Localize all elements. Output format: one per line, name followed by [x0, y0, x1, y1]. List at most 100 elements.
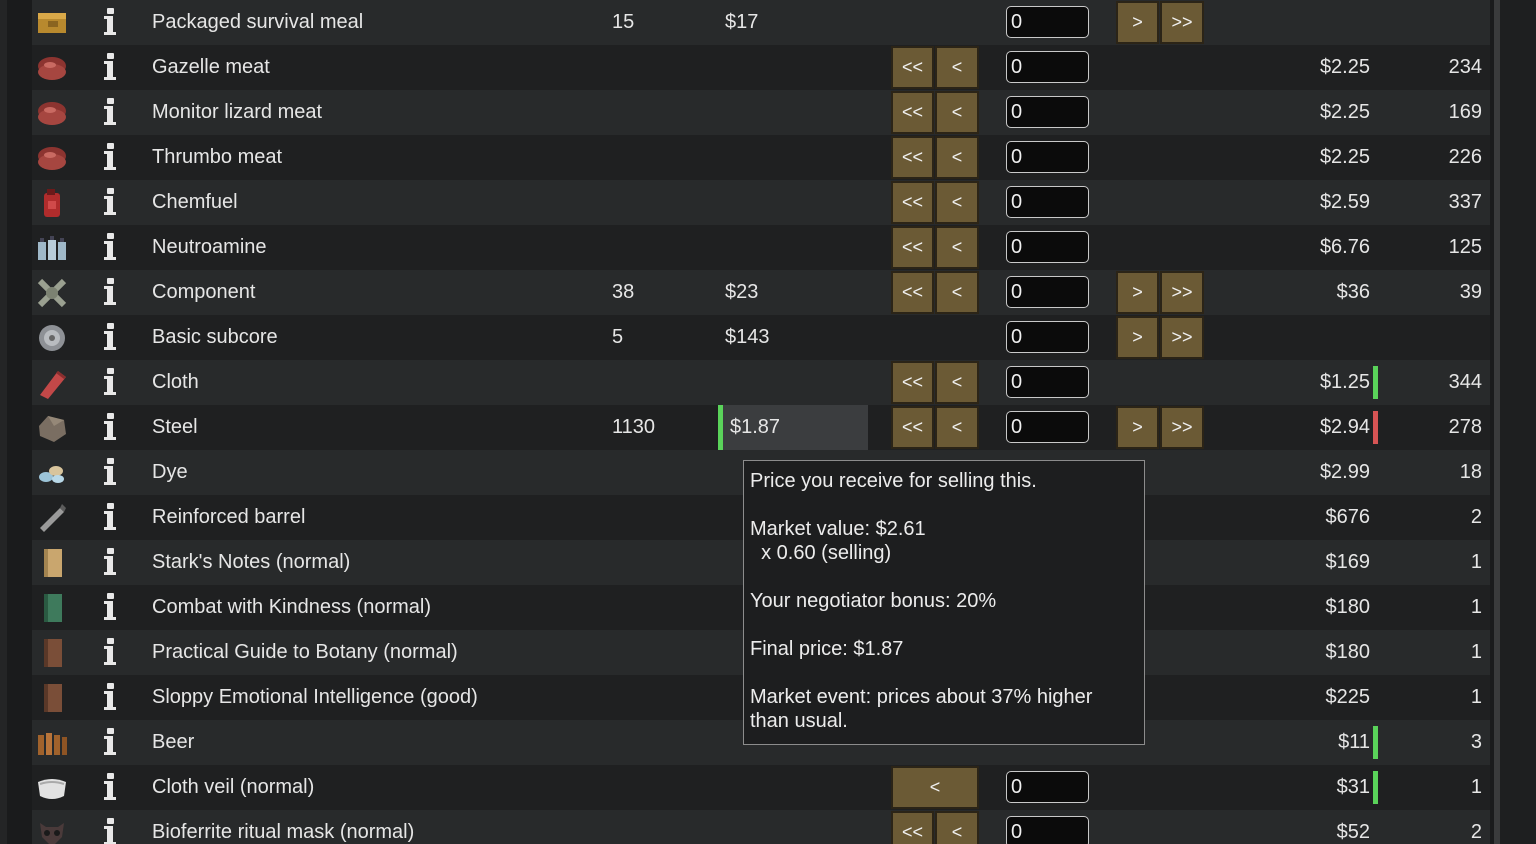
- trader-price[interactable]: $2.25: [1320, 45, 1370, 90]
- info-icon[interactable]: [100, 771, 120, 803]
- trader-count: 169: [1448, 101, 1482, 123]
- quantity-input[interactable]: 0: [1006, 96, 1089, 128]
- item-name: Basic subcore: [152, 326, 278, 348]
- buy-one-button[interactable]: <: [891, 766, 979, 809]
- info-icon[interactable]: [100, 681, 120, 713]
- quantity-input[interactable]: 0: [1006, 186, 1089, 218]
- buy-one-button[interactable]: <: [935, 181, 979, 224]
- buy-one-button[interactable]: <: [935, 406, 979, 449]
- info-icon[interactable]: [100, 96, 120, 128]
- trader-count: 344: [1448, 371, 1482, 393]
- trader-price[interactable]: $1.25: [1320, 360, 1370, 405]
- info-icon[interactable]: [100, 591, 120, 623]
- quantity-input[interactable]: 0: [1006, 231, 1089, 263]
- info-icon[interactable]: [100, 726, 120, 758]
- info-icon[interactable]: [100, 411, 120, 443]
- tooltip-spacer: [750, 661, 1138, 685]
- sell-one-button[interactable]: >: [1116, 406, 1159, 449]
- trader-price[interactable]: $676: [1326, 495, 1371, 540]
- info-icon[interactable]: [100, 501, 120, 533]
- buy-one-button[interactable]: <: [935, 361, 979, 404]
- buy-all-button[interactable]: <<: [891, 271, 934, 314]
- trader-price[interactable]: $2.94: [1320, 405, 1370, 450]
- trader-price[interactable]: $31: [1337, 765, 1370, 810]
- quantity-input[interactable]: 0: [1006, 366, 1089, 398]
- sell-one-button[interactable]: >: [1116, 316, 1159, 359]
- buy-one-button[interactable]: <: [935, 91, 979, 134]
- info-icon[interactable]: [100, 321, 120, 353]
- buy-one-button[interactable]: <: [935, 136, 979, 179]
- info-icon[interactable]: [100, 366, 120, 398]
- buy-one-button[interactable]: <: [935, 271, 979, 314]
- colony-price[interactable]: $143: [725, 315, 770, 360]
- trader-price[interactable]: $11: [1338, 720, 1370, 765]
- buy-one-button[interactable]: <: [935, 811, 979, 844]
- buy-all-button[interactable]: <<: [891, 91, 934, 134]
- buy-all-button[interactable]: <<: [891, 181, 934, 224]
- info-icon[interactable]: [100, 816, 120, 844]
- sell-all-button[interactable]: >>: [1160, 316, 1204, 359]
- info-icon[interactable]: [100, 231, 120, 263]
- trader-price[interactable]: $180: [1326, 585, 1371, 630]
- info-icon[interactable]: [100, 51, 120, 83]
- trade-row: Cloth veil (normal) <0 $31 1: [32, 765, 1490, 810]
- barrel-icon: [36, 502, 68, 534]
- quantity-input[interactable]: 0: [1006, 51, 1089, 83]
- colony-price[interactable]: $17: [725, 0, 758, 45]
- colony-price[interactable]: $23: [725, 270, 758, 315]
- quantity-input[interactable]: 0: [1006, 141, 1089, 173]
- quantity-input[interactable]: 0: [1006, 6, 1089, 38]
- buy-all-button[interactable]: <<: [891, 361, 934, 404]
- trader-count: 234: [1448, 56, 1482, 78]
- trader-price[interactable]: $180: [1326, 630, 1371, 675]
- sell-one-button[interactable]: >: [1116, 1, 1159, 44]
- item-name: Cloth veil (normal): [152, 776, 315, 798]
- buy-all-button[interactable]: <<: [891, 406, 934, 449]
- sell-one-button[interactable]: >: [1116, 271, 1159, 314]
- dye-icon: [36, 457, 68, 489]
- quantity-input[interactable]: 0: [1006, 771, 1089, 803]
- buy-all-button[interactable]: <<: [891, 136, 934, 179]
- tooltip-line: Price you receive for selling this.: [750, 470, 1037, 492]
- quantity-input[interactable]: 0: [1006, 816, 1089, 844]
- sell-all-button[interactable]: >>: [1160, 1, 1204, 44]
- trader-price[interactable]: $2.99: [1320, 450, 1370, 495]
- neutroamine-icon: [36, 232, 68, 264]
- trader-price[interactable]: $52: [1337, 810, 1370, 844]
- trader-count: 278: [1448, 416, 1482, 438]
- info-icon[interactable]: [100, 456, 120, 488]
- quantity-input[interactable]: 0: [1006, 276, 1089, 308]
- trader-price[interactable]: $2.25: [1320, 90, 1370, 135]
- quantity-input[interactable]: 0: [1006, 321, 1089, 353]
- tooltip-line: x 0.60 (selling): [750, 542, 892, 564]
- info-icon[interactable]: [100, 6, 120, 38]
- item-name: Combat with Kindness (normal): [152, 596, 431, 618]
- colony-price[interactable]: $1.87: [718, 405, 868, 450]
- trader-price[interactable]: $2.25: [1320, 135, 1370, 180]
- tooltip-line: Your negotiator bonus: 20%: [750, 590, 997, 612]
- trader-price[interactable]: $2.59: [1320, 180, 1370, 225]
- buy-all-button[interactable]: <<: [891, 46, 934, 89]
- info-icon[interactable]: [100, 186, 120, 218]
- trader-price[interactable]: $225: [1326, 675, 1371, 720]
- trader-count: 1: [1470, 641, 1482, 663]
- trader-price[interactable]: $6.76: [1320, 225, 1370, 270]
- trader-price[interactable]: $169: [1326, 540, 1371, 585]
- buy-all-button[interactable]: <<: [891, 226, 934, 269]
- info-icon[interactable]: [100, 141, 120, 173]
- info-icon[interactable]: [100, 276, 120, 308]
- info-icon[interactable]: [100, 546, 120, 578]
- steel-icon: [36, 412, 68, 444]
- sell-all-button[interactable]: >>: [1160, 271, 1204, 314]
- buy-all-button[interactable]: <<: [891, 811, 934, 844]
- buy-one-button[interactable]: <: [935, 46, 979, 89]
- buy-one-button[interactable]: <: [935, 226, 979, 269]
- info-icon[interactable]: [100, 636, 120, 668]
- colony-count: 38: [612, 281, 635, 303]
- sell-all-button[interactable]: >>: [1160, 406, 1204, 449]
- trade-row: Component 38 $23 << <0 > >> $36 39: [32, 270, 1490, 315]
- trader-price[interactable]: $36: [1337, 270, 1370, 315]
- item-name: Stark's Notes (normal): [152, 551, 351, 573]
- colony-count: 15: [612, 11, 635, 33]
- quantity-input[interactable]: 0: [1006, 411, 1089, 443]
